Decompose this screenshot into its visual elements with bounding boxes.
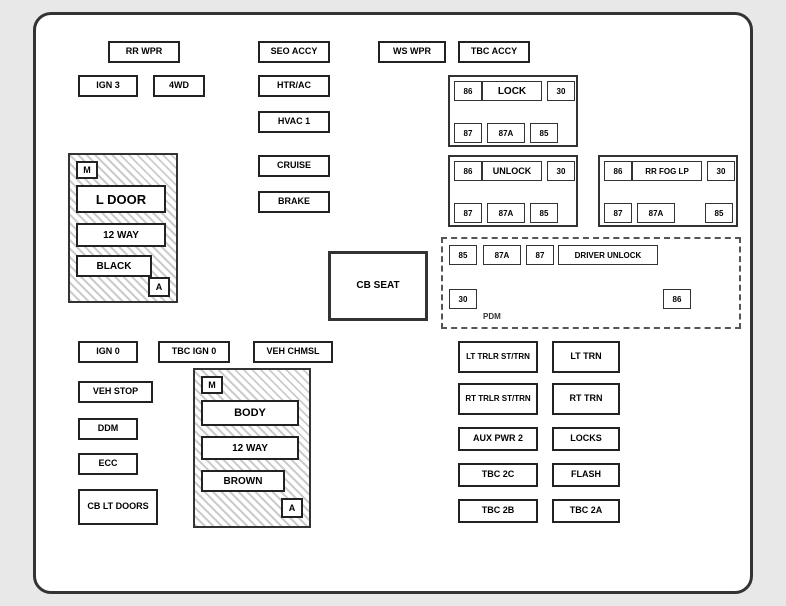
du-87a: 87A [483,245,521,265]
tbc-2b-label: TBC 2B [458,499,538,523]
unlock-label: UNLOCK [482,161,542,181]
unlock-30: 30 [547,161,575,181]
rrfog-86: 86 [604,161,632,181]
htr-ac-label: HTR/AC [258,75,330,97]
unlock-85: 85 [530,203,558,223]
rrfog-label: RR FOG LP [632,161,702,181]
rr-wpr-label: RR WPR [108,41,180,63]
lock-87a: 87A [487,123,525,143]
hvac1-label: HVAC 1 [258,111,330,133]
veh-stop-label: VEH STOP [78,381,153,403]
lock-label: LOCK [482,81,542,101]
rrfog-85: 85 [705,203,733,223]
lock-85: 85 [530,123,558,143]
cruise-label: CRUISE [258,155,330,177]
body-hatch: M BODY 12 WAY BROWN A [193,368,311,528]
ldoor-12way: 12 WAY [76,223,166,247]
rrfog-30: 30 [707,161,735,181]
brake-label: BRAKE [258,191,330,213]
lock-86: 86 [454,81,482,101]
fuse-box-content: RR WPR SEO ACCY WS WPR TBC ACCY IGN 3 4W… [58,33,728,573]
ign3-label: IGN 3 [78,75,138,97]
du-label: DRIVER UNLOCK [558,245,658,265]
body-12way: 12 WAY [201,436,299,460]
aux-pwr2-label: AUX PWR 2 [458,427,538,451]
tbc-2c-label: TBC 2C [458,463,538,487]
veh-chmsl-label: VEH CHMSL [253,341,333,363]
pdm-box: 85 87A 87 DRIVER UNLOCK 30 86 PDM [441,237,741,329]
rrfog-87: 87 [604,203,632,223]
seo-accy-label: SEO ACCY [258,41,330,63]
unlock-87: 87 [454,203,482,223]
rrfog-87a: 87A [637,203,675,223]
tbc-ign0-label: TBC IGN 0 [158,341,230,363]
body-brown: BROWN [201,470,285,492]
du-86: 86 [663,289,691,309]
ldoor-label: L DOOR [76,185,166,213]
lt-trn-label: LT TRN [552,341,620,373]
flash-label: FLASH [552,463,620,487]
du-30: 30 [449,289,477,309]
fuse-diagram: RR WPR SEO ACCY WS WPR TBC ACCY IGN 3 4W… [33,12,753,594]
locks-label: LOCKS [552,427,620,451]
ecc-label: ECC [78,453,138,475]
four-wd-label: 4WD [153,75,205,97]
lt-trlr-label: LT TRLR ST/TRN [458,341,538,373]
body-a: A [281,498,303,518]
ddm-label: DDM [78,418,138,440]
ign0-label: IGN 0 [78,341,138,363]
cb-seat-box: CB SEAT [328,251,428,321]
body-label: BODY [201,400,299,426]
unlock-87a: 87A [487,203,525,223]
lock-87: 87 [454,123,482,143]
rt-trlr-label: RT TRLR ST/TRN [458,383,538,415]
lock-relay-group: 86 30 LOCK 87 87A 85 [448,75,578,147]
unlock-86: 86 [454,161,482,181]
rrfog-relay-group: 86 30 RR FOG LP 87 87A 85 [598,155,738,227]
tbc-2a-label: TBC 2A [552,499,620,523]
ldoor-black: BLACK [76,255,152,277]
lock-30: 30 [547,81,575,101]
unlock-relay-group: 86 30 UNLOCK 87 87A 85 [448,155,578,227]
du-87: 87 [526,245,554,265]
cb-lt-doors-label: CB LT DOORS [78,489,158,525]
l-door-hatch: M L DOOR 12 WAY BLACK A [68,153,178,303]
body-m: M [201,376,223,394]
ws-wpr-label: WS WPR [378,41,446,63]
du-85: 85 [449,245,477,265]
pdm-text-label: PDM [483,312,501,321]
ldoor-m: M [76,161,98,179]
ldoor-a: A [148,277,170,297]
rt-trn-label: RT TRN [552,383,620,415]
tbc-accy-label: TBC ACCY [458,41,530,63]
